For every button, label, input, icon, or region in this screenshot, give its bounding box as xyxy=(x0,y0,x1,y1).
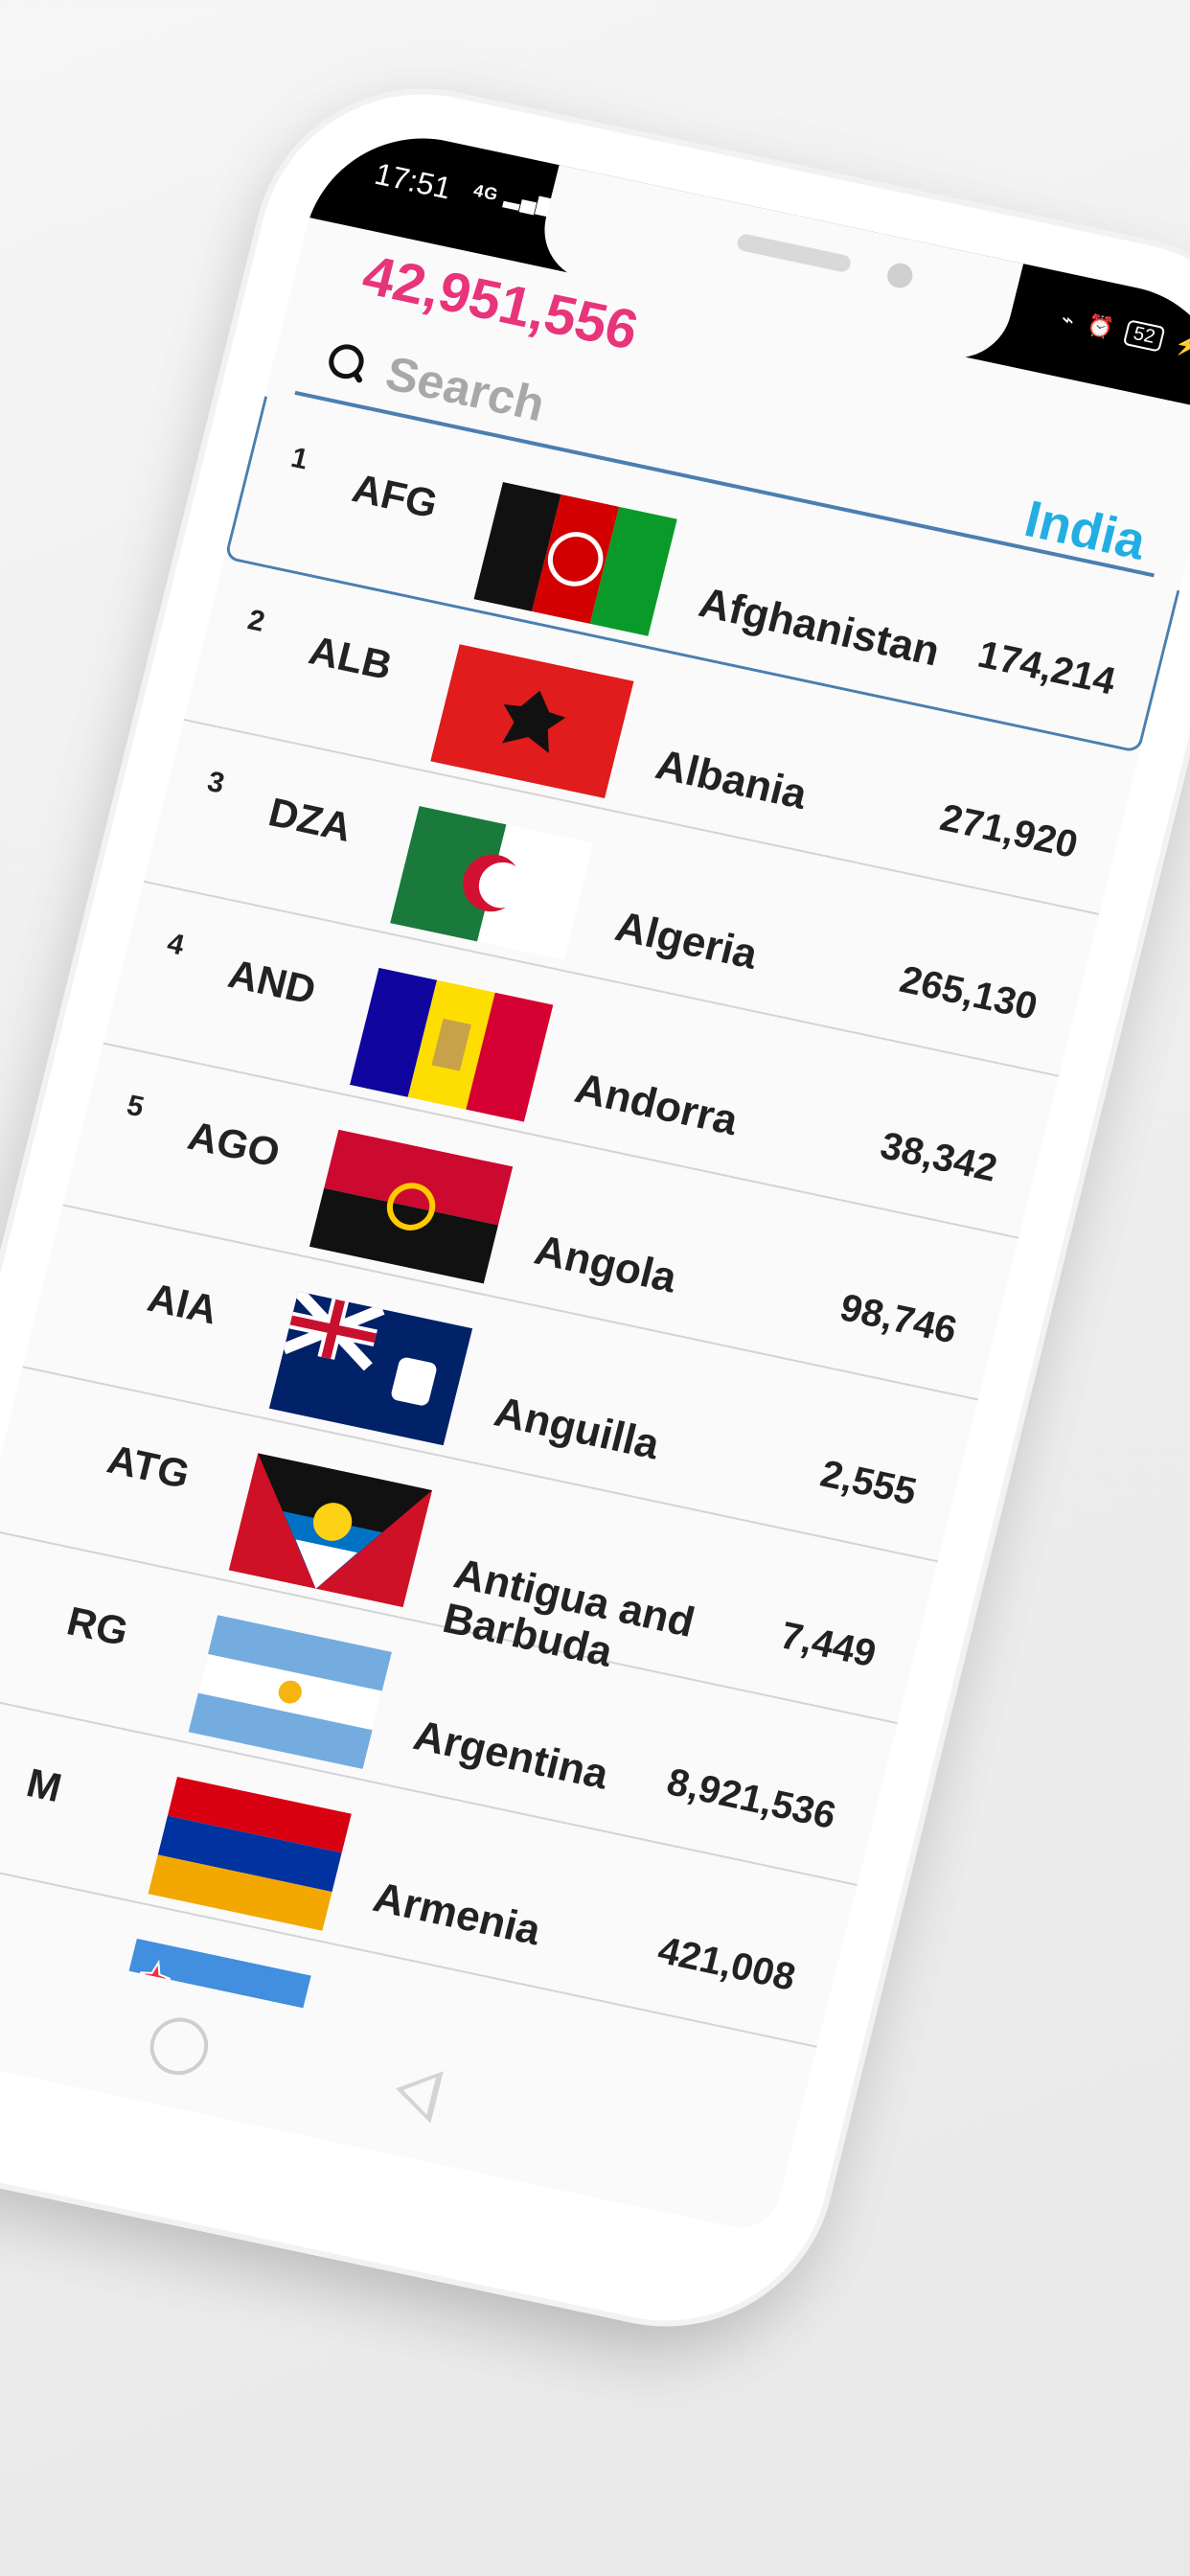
albania-flag-icon xyxy=(430,644,634,799)
volte-icon: ⌁ xyxy=(1059,306,1078,333)
country-name: Anguilla xyxy=(490,1388,664,1469)
case-count: 98,746 xyxy=(835,1286,961,1352)
case-count: 2,555 xyxy=(816,1452,921,1514)
case-count: 421,008 xyxy=(653,1929,800,1999)
search-icon[interactable] xyxy=(322,339,374,389)
country-list[interactable]: 1 AFG Afghanistan 174,214 2 ALB Albania … xyxy=(0,396,1180,2114)
country-code: ALB xyxy=(305,627,397,689)
country-name: Andorra xyxy=(570,1064,743,1145)
angola-flag-icon xyxy=(309,1129,514,1284)
algeria-flag-icon xyxy=(390,805,594,960)
country-code: AIA xyxy=(143,1274,222,1333)
country-code: DZA xyxy=(263,789,356,850)
country-code: AFG xyxy=(348,465,443,527)
case-count: 38,342 xyxy=(876,1124,1001,1190)
country-name: Armenia xyxy=(368,1874,546,1955)
status-time: 17:51 xyxy=(371,155,455,206)
case-count: 271,920 xyxy=(935,796,1083,866)
rank-label: 4 xyxy=(164,927,188,962)
armenia-flag-icon xyxy=(148,1776,352,1931)
camera-icon xyxy=(884,261,916,290)
phone-frame: 17:51 4G ▂▄▆█ ▂▄▆ ⌁ ⏰ 52 ⚡ 42,951,556 In… xyxy=(0,58,1190,2358)
country-code: AGO xyxy=(183,1112,285,1176)
country-code: M xyxy=(22,1760,66,1811)
network-type: 4G xyxy=(471,180,501,205)
country-name: Afghanistan xyxy=(694,579,945,676)
country-name: Albania xyxy=(651,741,812,818)
rank-label: 1 xyxy=(287,442,311,476)
afghanistan-flag-icon xyxy=(473,481,677,636)
country-name: Angola xyxy=(530,1226,682,1302)
country-code: RG xyxy=(62,1598,133,1655)
charging-icon: ⚡ xyxy=(1172,330,1190,359)
country-code: AND xyxy=(223,951,321,1013)
home-button[interactable] xyxy=(144,2012,215,2081)
case-count: 8,921,536 xyxy=(662,1760,840,1837)
country-code: ATG xyxy=(103,1436,195,1498)
rank-label: 3 xyxy=(204,766,228,800)
app-screen: 17:51 4G ▂▄▆█ ▂▄▆ ⌁ ⏰ 52 ⚡ 42,951,556 In… xyxy=(0,117,1190,2235)
alarm-icon: ⏰ xyxy=(1084,311,1116,341)
speaker-grille xyxy=(735,232,853,274)
anguilla-flag-icon xyxy=(268,1291,473,1446)
case-count: 265,130 xyxy=(895,958,1042,1028)
back-button[interactable] xyxy=(389,2062,444,2124)
rank-label: 2 xyxy=(244,604,268,638)
rank-label: 5 xyxy=(124,1089,148,1124)
case-count: 174,214 xyxy=(973,632,1120,703)
country-name: Argentina xyxy=(408,1712,613,1799)
case-count: 7,449 xyxy=(776,1614,881,1676)
antigua-flag-icon xyxy=(228,1453,433,1608)
status-right: ⌁ ⏰ 52 ⚡ xyxy=(1059,306,1190,360)
andorra-flag-icon xyxy=(349,967,554,1122)
country-name: Algeria xyxy=(610,903,763,978)
battery-icon: 52 xyxy=(1123,319,1166,353)
argentina-flag-icon xyxy=(188,1615,393,1770)
